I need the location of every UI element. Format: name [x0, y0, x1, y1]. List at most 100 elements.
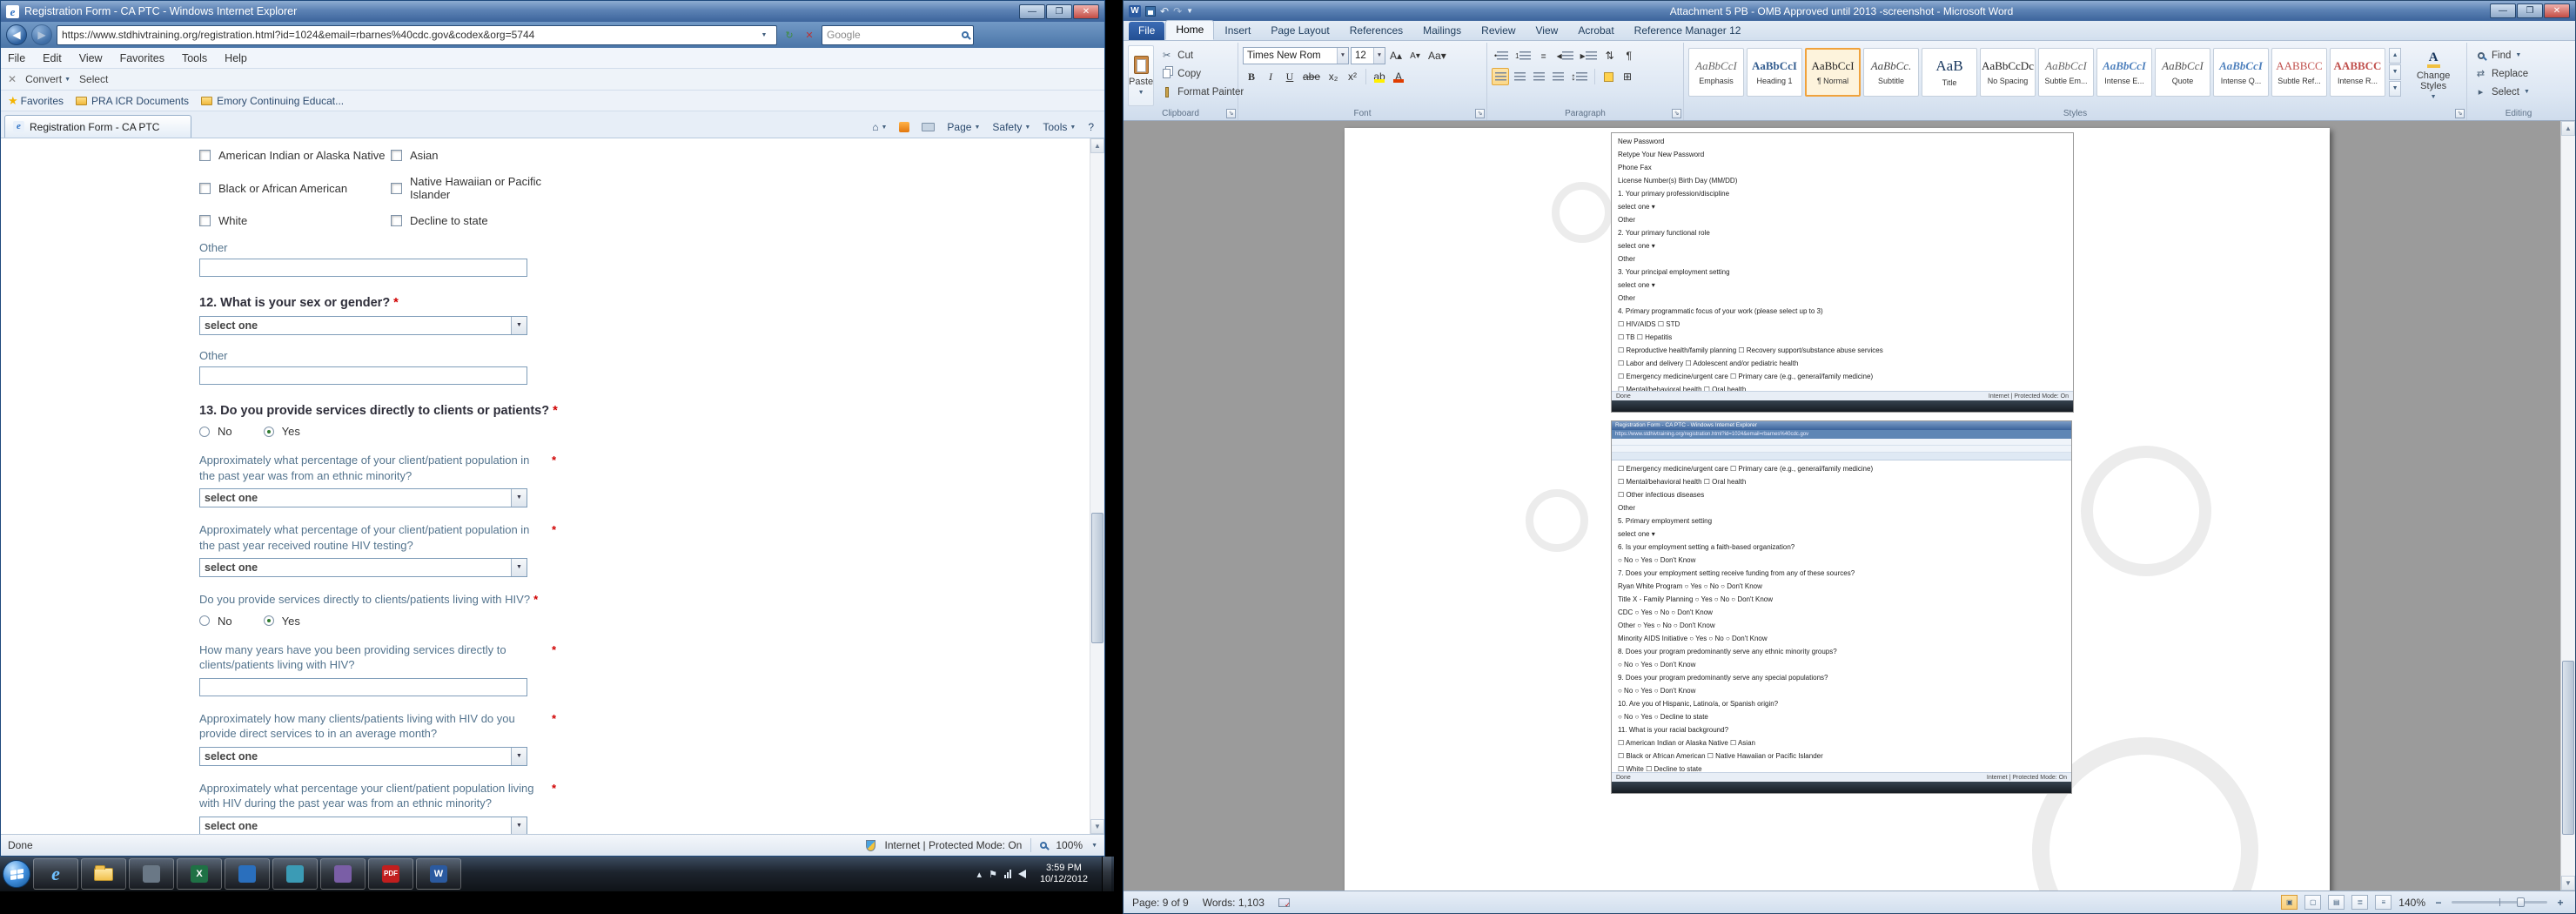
style-intense-emphasis[interactable]: AaBbCcIIntense E... — [2096, 48, 2152, 97]
print-button[interactable] — [922, 123, 935, 131]
align-left-button[interactable] — [1492, 68, 1509, 85]
embedded-screenshot-1[interactable]: New PasswordRetype Your New PasswordPhon… — [1611, 132, 2074, 413]
taskbar-word-button[interactable]: W — [416, 858, 461, 890]
shading-button[interactable] — [1600, 68, 1617, 85]
scrollbar-thumb[interactable] — [1091, 513, 1104, 643]
style-subtle-reference[interactable]: AABBCCSubtle Ref... — [2271, 48, 2327, 97]
word-count[interactable]: Words: 1,103 — [1203, 897, 1265, 909]
style-intense-quote[interactable]: AaBbCcIIntense Q... — [2213, 48, 2269, 97]
style-title[interactable]: AaBTitle — [1922, 48, 1977, 97]
page-scrollbar[interactable]: ▲ ▼ — [1090, 138, 1104, 834]
other-race-input[interactable] — [199, 259, 527, 277]
taskbar-clock[interactable]: 3:59 PM 10/12/2012 — [1033, 863, 1095, 885]
proofing-status-icon[interactable] — [1278, 898, 1290, 907]
checkbox-decline-to-state[interactable] — [391, 215, 402, 226]
menu-tools[interactable]: Tools — [182, 52, 207, 64]
checkbox-black-african-american[interactable] — [199, 183, 211, 194]
dropdown-arrow-icon[interactable]: ▼ — [511, 748, 527, 765]
clipboard-dialog-launcher[interactable]: ⇘ — [1226, 109, 1236, 118]
tab-references[interactable]: References — [1340, 22, 1412, 40]
document-area[interactable]: New PasswordRetype Your New PasswordPhon… — [1124, 121, 2575, 890]
format-painter-button[interactable]: Format Painter — [1157, 84, 1246, 100]
volume-icon[interactable] — [1018, 870, 1026, 878]
menu-view[interactable]: View — [79, 52, 103, 64]
page-indicator[interactable]: Page: 9 of 9 — [1132, 897, 1189, 909]
menu-favorites[interactable]: Favorites — [120, 52, 164, 64]
select-button[interactable]: ▸Select▼ — [2472, 84, 2532, 100]
increase-indent-button[interactable]: ▸ — [1578, 47, 1600, 64]
bold-button[interactable]: B — [1243, 68, 1260, 85]
search-box[interactable]: Google — [822, 25, 974, 45]
maximize-button[interactable]: ❐ — [1046, 4, 1072, 19]
taskbar-app-button[interactable]: X — [177, 858, 222, 890]
checkbox-native-hawaiian[interactable] — [391, 183, 402, 194]
dropdown-arrow-icon[interactable]: ▼ — [1337, 48, 1348, 64]
scroll-up-arrow[interactable]: ▲ — [1090, 138, 1104, 153]
subscript-button[interactable]: x₂ — [1325, 68, 1342, 85]
tab-mailings[interactable]: Mailings — [1413, 22, 1471, 40]
styles-dialog-launcher[interactable]: ⇘ — [2455, 109, 2465, 118]
show-paragraph-marks-button[interactable]: ¶ — [1620, 47, 1638, 64]
scroll-down-arrow[interactable]: ▼ — [1090, 819, 1104, 834]
redo-icon[interactable]: ↷ — [1173, 5, 1182, 17]
other-gender-input[interactable] — [199, 366, 527, 385]
paste-button[interactable]: Paste ▼ — [1128, 45, 1154, 106]
sort-button[interactable]: ⇅ — [1601, 47, 1619, 64]
numbering-button[interactable]: 1 — [1513, 47, 1533, 64]
safety-menu[interactable]: Safety▼ — [992, 121, 1030, 133]
search-icon[interactable] — [962, 31, 969, 38]
taskbar-app-button[interactable] — [129, 858, 174, 890]
refresh-button[interactable]: ↻ — [782, 27, 797, 43]
ethnic-minority-percent-select[interactable]: select one ▼ — [199, 488, 527, 507]
favorites-button[interactable]: ★ Favorites — [8, 94, 64, 108]
style-no-spacing[interactable]: AaBbCcDcNo Spacing — [1980, 48, 2036, 97]
routine-hiv-testing-select[interactable]: select one ▼ — [199, 558, 527, 577]
undo-icon[interactable]: ↶ — [1160, 5, 1169, 17]
bullets-button[interactable]: • — [1492, 47, 1511, 64]
justify-button[interactable] — [1549, 68, 1566, 85]
browser-tab-active[interactable]: e Registration Form - CA PTC — [4, 115, 191, 138]
taskbar-app-button[interactable] — [320, 858, 366, 890]
borders-button[interactable]: ⊞ — [1619, 68, 1636, 85]
gallery-down-arrow[interactable]: ▼ — [2389, 64, 2401, 80]
tab-acrobat[interactable]: Acrobat — [1568, 22, 1623, 40]
paragraph-dialog-launcher[interactable]: ⇘ — [1672, 109, 1681, 118]
dropdown-arrow-icon[interactable]: ▼ — [511, 817, 527, 834]
tab-file[interactable]: File — [1129, 22, 1164, 40]
zoom-dropdown-icon[interactable]: ▼ — [1091, 843, 1097, 849]
font-size-combo[interactable]: 12▼ — [1351, 47, 1385, 64]
tab-page-layout[interactable]: Page Layout — [1261, 22, 1338, 40]
align-right-button[interactable] — [1530, 68, 1547, 85]
menu-help[interactable]: Help — [225, 52, 247, 64]
print-layout-view-button[interactable]: ▣ — [2281, 895, 2298, 910]
style-quote[interactable]: AaBbCcIQuote — [2155, 48, 2210, 97]
copy-button[interactable]: Copy — [1157, 65, 1246, 82]
tab-home[interactable]: Home — [1165, 20, 1214, 40]
cut-button[interactable]: ✂Cut — [1157, 47, 1246, 64]
start-button[interactable] — [3, 860, 30, 888]
page-menu[interactable]: Page▼ — [947, 121, 980, 133]
scroll-up-arrow[interactable]: ▲ — [2561, 121, 2575, 136]
back-button[interactable]: ◀ — [6, 24, 27, 45]
minimize-button[interactable]: — — [1019, 4, 1045, 19]
menu-edit[interactable]: Edit — [43, 52, 62, 64]
style-normal-selected[interactable]: AaBbCcI¶ Normal — [1805, 48, 1861, 97]
zoom-out-button[interactable]: − — [2432, 897, 2445, 909]
full-screen-view-button[interactable]: ▢ — [2304, 895, 2321, 910]
save-icon[interactable] — [1145, 6, 1156, 17]
dropdown-arrow-icon[interactable]: ▼ — [511, 559, 527, 576]
gallery-expand-arrow[interactable]: ▼ — [2389, 81, 2401, 97]
dropdown-arrow-icon[interactable]: ▼ — [1373, 48, 1385, 64]
italic-button[interactable]: I — [1262, 68, 1279, 85]
superscript-button[interactable]: x² — [1344, 68, 1361, 85]
web-layout-view-button[interactable]: ▤ — [2328, 895, 2345, 910]
show-desktop-button[interactable] — [1102, 857, 1111, 891]
outline-view-button[interactable]: ≣ — [2351, 895, 2368, 910]
tools-menu[interactable]: Tools▼ — [1043, 121, 1076, 133]
taskbar-explorer-button[interactable] — [81, 858, 126, 890]
taskbar-app-button[interactable] — [225, 858, 270, 890]
tab-insert[interactable]: Insert — [1215, 22, 1260, 40]
help-button[interactable]: ? — [1088, 121, 1094, 133]
dropdown-arrow-icon[interactable]: ▼ — [511, 317, 527, 334]
network-icon[interactable] — [1004, 870, 1011, 878]
